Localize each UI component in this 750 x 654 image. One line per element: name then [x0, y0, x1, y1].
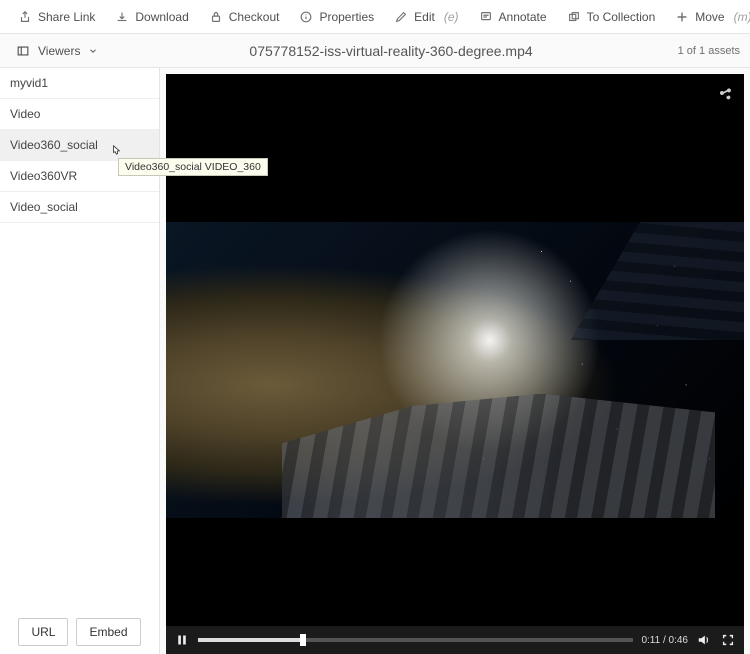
info-icon [299, 10, 313, 24]
list-item-label: Video [10, 107, 40, 121]
cursor-pointer-icon [111, 144, 121, 156]
move-button[interactable]: Move (m) [667, 6, 750, 28]
sidebar: myvid1 Video Video360_social Video360VR … [0, 68, 160, 654]
move-label: Move [695, 10, 724, 24]
share-link-button[interactable]: Share Link [10, 6, 103, 28]
embed-button[interactable]: Embed [76, 618, 140, 646]
list-item-label: Video360_social [10, 138, 98, 152]
video-frame [166, 222, 744, 518]
play-pause-button[interactable] [174, 632, 190, 648]
download-label: Download [135, 10, 188, 24]
to-collection-label: To Collection [587, 10, 656, 24]
viewer-item-video360-social[interactable]: Video360_social [0, 130, 159, 161]
share-icon [18, 10, 32, 24]
list-item-label: myvid1 [10, 76, 48, 90]
note-icon [479, 10, 493, 24]
sidebar-bottom: URL Embed [0, 610, 159, 654]
time-total: 0:46 [669, 635, 688, 646]
progress-handle[interactable] [300, 634, 306, 646]
content-area: myvid1 Video Video360_social Video360VR … [0, 68, 750, 654]
download-button[interactable]: Download [107, 6, 196, 28]
checkout-button[interactable]: Checkout [201, 6, 288, 28]
list-item-label: Video_social [10, 200, 78, 214]
viewer-tooltip: Video360_social VIDEO_360 [118, 158, 268, 176]
panel-icon [16, 44, 30, 58]
video-player[interactable] [166, 74, 744, 626]
viewer-item-video-social[interactable]: Video_social [0, 192, 159, 223]
share-overlay-button[interactable] [714, 82, 736, 104]
player-controls: 0:11 / 0:46 [166, 626, 744, 654]
to-collection-button[interactable]: To Collection [559, 6, 664, 28]
properties-button[interactable]: Properties [291, 6, 382, 28]
edit-button[interactable]: Edit (e) [386, 6, 466, 28]
subheader: Viewers 075778152-iss-virtual-reality-36… [0, 34, 750, 68]
pencil-icon [394, 10, 408, 24]
viewer-list: myvid1 Video Video360_social Video360VR … [0, 68, 159, 610]
checkout-label: Checkout [229, 10, 280, 24]
time-current: 0:11 [641, 635, 660, 646]
time-display: 0:11 / 0:46 [641, 635, 688, 646]
url-button[interactable]: URL [18, 618, 68, 646]
asset-filename: 075778152-iss-virtual-reality-360-degree… [104, 43, 677, 59]
progress-fill [198, 638, 303, 642]
lock-icon [209, 10, 223, 24]
edit-hint: (e) [444, 10, 459, 24]
volume-button[interactable] [696, 632, 712, 648]
viewers-dropdown[interactable]: Viewers [10, 40, 104, 62]
plus-icon [675, 10, 689, 24]
edit-label: Edit [414, 10, 435, 24]
fullscreen-button[interactable] [720, 632, 736, 648]
properties-label: Properties [319, 10, 374, 24]
viewers-label: Viewers [38, 44, 80, 58]
move-hint: (m) [734, 10, 750, 24]
list-item-label: Video360VR [10, 169, 77, 183]
annotate-label: Annotate [499, 10, 547, 24]
share-link-label: Share Link [38, 10, 95, 24]
progress-bar[interactable] [198, 638, 633, 642]
viewer-item-video[interactable]: Video [0, 99, 159, 130]
download-icon [115, 10, 129, 24]
asset-count: 1 of 1 assets [678, 45, 740, 57]
preview-pane: 0:11 / 0:46 [160, 68, 750, 654]
annotate-button[interactable]: Annotate [471, 6, 555, 28]
top-toolbar: Share Link Download Checkout Properties … [0, 0, 750, 34]
viewer-item-myvid1[interactable]: myvid1 [0, 68, 159, 99]
collection-icon [567, 10, 581, 24]
chevron-down-icon [88, 46, 98, 56]
